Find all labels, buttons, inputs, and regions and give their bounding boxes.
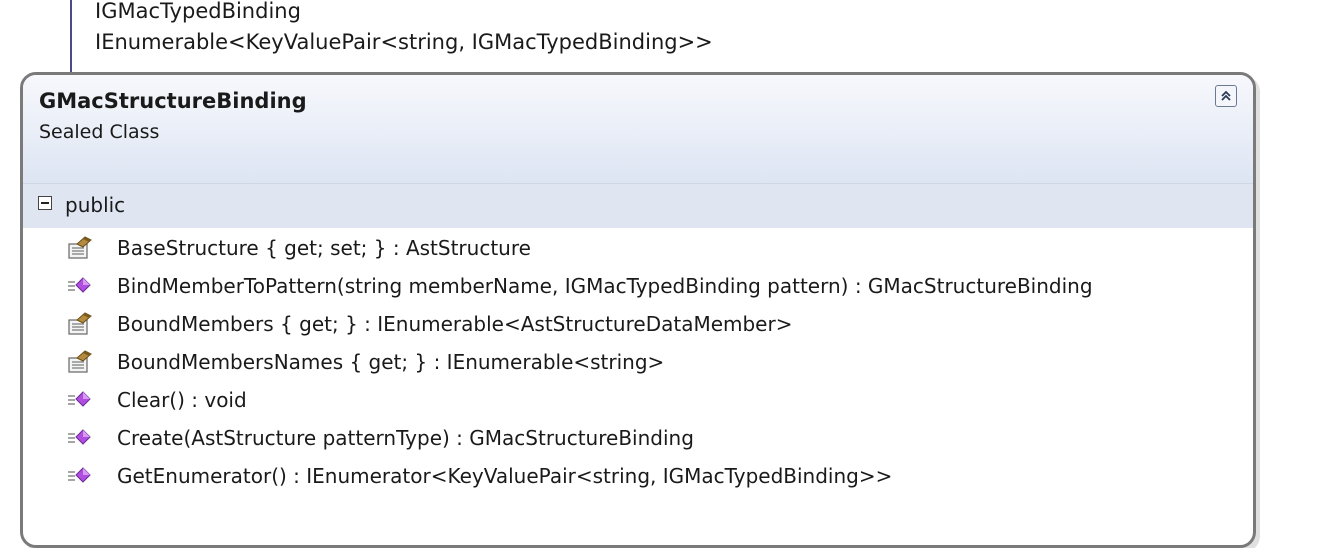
member-signature: BaseStructure { get; set; } : AstStructu… (117, 236, 531, 260)
property-icon (63, 309, 97, 339)
class-shape[interactable]: GMacStructureBinding Sealed Class public (20, 72, 1256, 548)
property-icon (63, 347, 97, 377)
member-signature: GetEnumerator() : IEnumerator<KeyValuePa… (117, 464, 893, 488)
method-icon (63, 423, 97, 453)
interface-item: IEnumerable<KeyValuePair<string, IGMacTy… (95, 30, 713, 54)
interface-item: IGMacTypedBinding (95, 0, 301, 23)
member-row[interactable]: Clear() : void (63, 382, 247, 418)
member-signature: BoundMembers { get; } : IEnumerable<AstS… (117, 312, 793, 336)
member-row[interactable]: BoundMembers { get; } : IEnumerable<AstS… (63, 306, 792, 342)
member-signature: Clear() : void (117, 388, 247, 412)
member-row[interactable]: GetEnumerator() : IEnumerator<KeyValuePa… (63, 458, 892, 494)
section-label: public (65, 193, 126, 217)
collapse-toggle-icon[interactable] (38, 196, 52, 210)
property-icon (63, 233, 97, 263)
double-chevron-up-icon (1221, 90, 1231, 101)
method-icon (63, 271, 97, 301)
member-row[interactable]: BindMemberToPattern(string memberName, I… (63, 268, 1093, 304)
implemented-interfaces: IGMacTypedBinding IEnumerable<KeyValuePa… (95, 0, 713, 58)
class-name: GMacStructureBinding (39, 89, 307, 113)
member-signature: Create(AstStructure patternType) : GMacS… (117, 426, 694, 450)
member-row[interactable]: BoundMembersNames { get; } : IEnumerable… (63, 344, 664, 380)
member-row[interactable]: Create(AstStructure patternType) : GMacS… (63, 420, 694, 456)
section-public[interactable]: public (23, 184, 1253, 228)
member-signature: BoundMembersNames { get; } : IEnumerable… (117, 350, 665, 374)
member-signature: BindMemberToPattern(string memberName, I… (117, 274, 1093, 298)
class-kind: Sealed Class (39, 121, 160, 143)
class-header[interactable]: GMacStructureBinding Sealed Class (23, 75, 1253, 184)
member-row[interactable]: BaseStructure { get; set; } : AstStructu… (63, 230, 531, 266)
inheritance-connector-line (70, 0, 72, 72)
method-icon (63, 385, 97, 415)
collapse-button[interactable] (1215, 85, 1237, 107)
method-icon (63, 461, 97, 491)
